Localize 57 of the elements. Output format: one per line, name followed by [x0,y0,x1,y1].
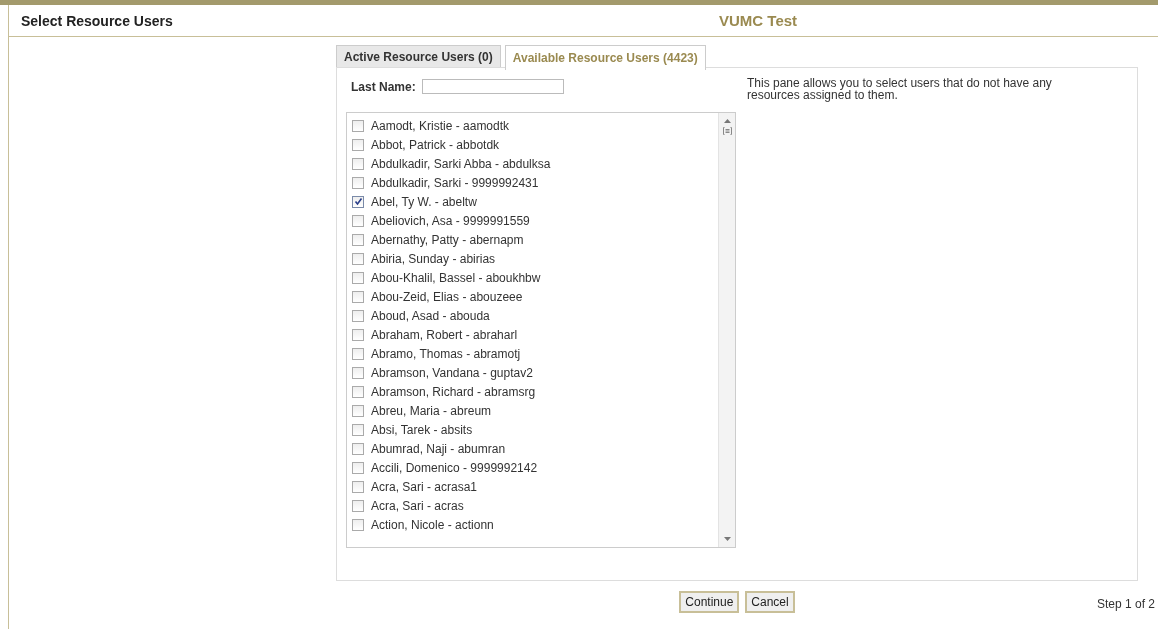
checkbox[interactable] [352,347,364,360]
user-label: Abraham, Robert - abraharl [371,327,518,342]
checkbox[interactable] [352,366,364,379]
user-label: Abramo, Thomas - abramotj [371,346,521,361]
user-label: Aamodt, Kristie - aamodtk [371,118,510,133]
scroll-up-icon[interactable] [723,119,731,123]
site-name: VUMC Test [719,12,798,29]
checkbox[interactable] [352,290,364,303]
user-label: Absi, Tarek - absits [371,422,473,437]
checkbox[interactable] [352,157,364,170]
user-label: Abiria, Sunday - abirias [371,251,496,266]
checkbox[interactable] [352,138,364,151]
user-label: Accili, Domenico - 9999992142 [371,460,538,475]
user-label: Aboud, Asad - abouda [371,308,490,323]
checkbox[interactable] [352,271,364,284]
scroll-down-icon[interactable] [723,537,731,541]
user-label: Abreu, Maria - abreum [371,403,492,418]
user-label: Abdulkadir, Sarki - 9999992431 [371,175,539,190]
checkbox[interactable] [352,423,364,436]
user-label: Abeliovich, Asa - 9999991559 [371,213,530,228]
user-label: Abdulkadir, Sarki Abba - abdulksa [371,156,551,171]
checkbox[interactable] [352,176,364,189]
action-button[interactable]: Cancel [745,591,795,613]
user-label: Abramson, Vandana - guptav2 [371,365,533,380]
user-label: Abernathy, Patty - abernapm [371,232,524,247]
user-label: Action, Nicole - actionn [371,517,494,532]
pane-description: This pane allows you to select users that do not have any resources assigned to them. [747,75,1053,104]
checkbox[interactable] [352,442,364,455]
user-label: Abou-Zeid, Elias - abouzeee [371,289,523,304]
last-name-field[interactable] [421,79,564,94]
user-label: Abou-Khalil, Bassel - aboukhbw [371,270,541,285]
user-label: Abbot, Patrick - abbotdk [371,137,500,152]
checkbox[interactable] [352,214,364,227]
scroll-thumb-icon[interactable] [722,127,732,135]
checkbox[interactable] [352,233,364,246]
user-label: Abumrad, Naji - abumran [371,441,506,456]
checkbox[interactable] [352,328,364,341]
checkbox[interactable] [352,499,364,512]
user-label: Acra, Sari - acras [371,498,464,513]
checkbox[interactable] [352,518,364,531]
last-name-label: Last Name: [351,79,416,94]
checkbox[interactable] [352,195,364,208]
tab[interactable]: Active Resource Users (0) [336,45,501,67]
checkbox[interactable] [352,404,364,417]
scrollbar[interactable] [718,113,735,547]
user-label: Abramson, Richard - abramsrg [371,384,536,399]
checkbox[interactable] [352,119,364,132]
action-button[interactable]: Continue [679,591,740,613]
user-label: Acra, Sari - acrasa1 [371,479,478,494]
checkbox[interactable] [352,309,364,322]
page-title: Select Resource Users [21,12,174,29]
step-indicator: Step 1 of 2 [1096,597,1155,611]
checkbox[interactable] [352,461,364,474]
checkbox[interactable] [352,252,364,265]
checkbox[interactable] [352,480,364,493]
user-label: Abel, Ty W. - abeltw [371,194,477,209]
checkbox[interactable] [352,385,364,398]
